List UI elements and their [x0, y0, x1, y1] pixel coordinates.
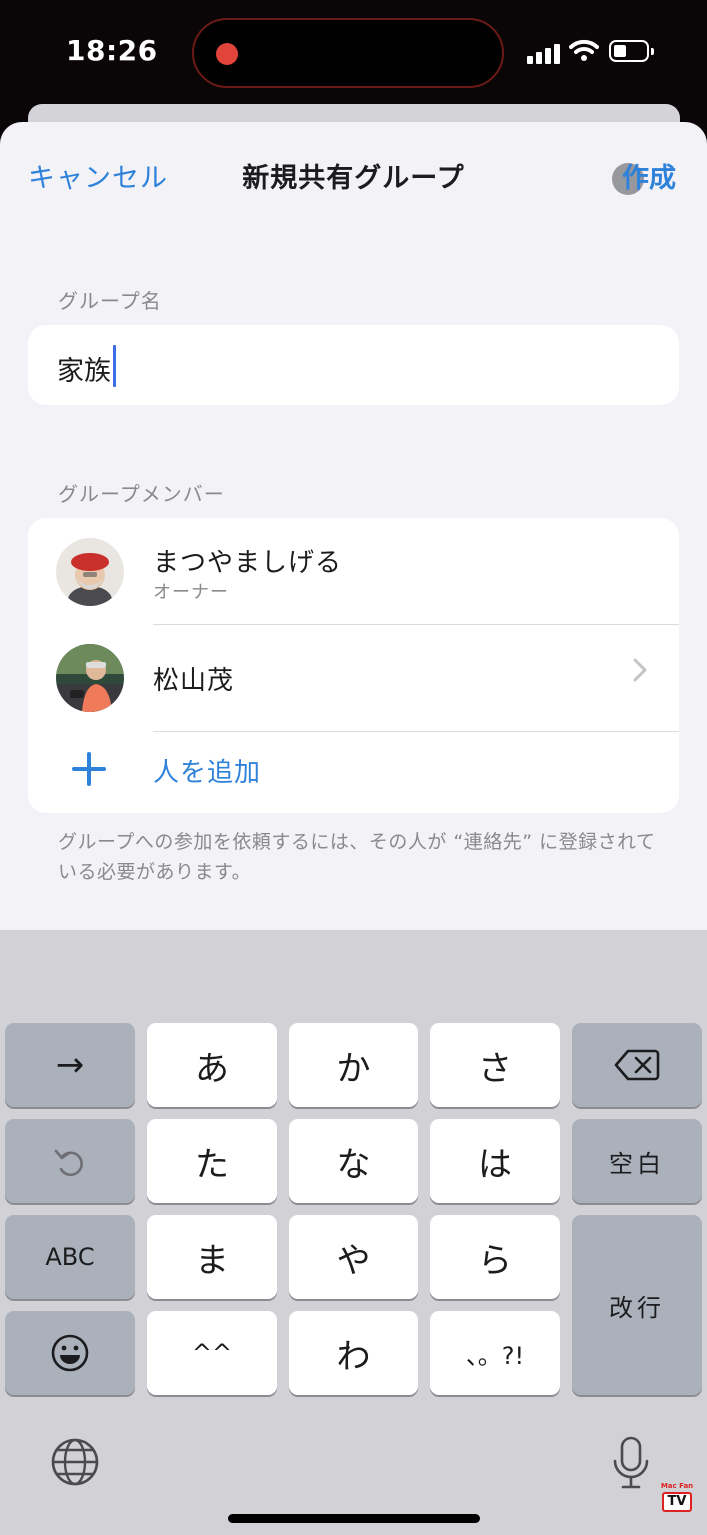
- group-name-value[interactable]: 家族: [57, 349, 111, 388]
- divider: [153, 731, 679, 732]
- member-row-owner: まつやましげる オーナー: [28, 518, 679, 625]
- undo-icon: [54, 1149, 83, 1177]
- key-ma[interactable]: ま: [147, 1215, 277, 1299]
- space-key-label: 空白: [609, 1149, 665, 1178]
- avatar: [56, 538, 124, 606]
- add-person-button[interactable]: 人を追加: [153, 752, 261, 789]
- emoji-key[interactable]: [5, 1311, 135, 1395]
- group-members-label: グループメンバー: [58, 482, 225, 506]
- status-time: 18:26: [66, 34, 158, 67]
- key-wa[interactable]: わ: [289, 1311, 418, 1395]
- emoji-icon: [51, 1334, 89, 1372]
- mac-fan-tv-logo: Mac Fan TV: [659, 1482, 695, 1526]
- key-ra[interactable]: ら: [430, 1215, 560, 1299]
- key-punctuation[interactable]: 、。?!: [430, 1311, 560, 1395]
- key-na[interactable]: な: [289, 1119, 418, 1203]
- chevron-right-icon: [632, 657, 648, 690]
- plus-icon[interactable]: [72, 752, 106, 786]
- group-name-label: グループ名: [58, 289, 162, 313]
- battery-icon: [609, 40, 654, 62]
- backspace-key[interactable]: [572, 1023, 702, 1107]
- member-name: まつやましげる: [153, 548, 343, 578]
- member-role: オーナー: [153, 582, 229, 603]
- key-ha[interactable]: は: [430, 1119, 560, 1203]
- cellular-signal-icon: [527, 44, 561, 64]
- key-sa[interactable]: さ: [430, 1023, 560, 1107]
- return-key-label: 改行: [609, 1293, 665, 1322]
- text-cursor: [113, 345, 116, 387]
- avatar: [56, 644, 124, 712]
- globe-icon[interactable]: [50, 1437, 100, 1487]
- microphone-icon[interactable]: [612, 1435, 650, 1491]
- wifi-icon: [569, 39, 599, 61]
- recording-indicator-icon: [216, 43, 238, 65]
- dynamic-island: [192, 18, 504, 88]
- abc-key-label: ABC: [45, 1243, 95, 1271]
- member-row[interactable]: 松山茂: [28, 625, 679, 732]
- return-key[interactable]: 改行: [572, 1215, 702, 1395]
- punctuation-key-label: 、。?!: [465, 1341, 525, 1370]
- key-a[interactable]: あ: [147, 1023, 277, 1107]
- member-name: 松山茂: [153, 666, 235, 696]
- kaomoji-key-label: ^^: [191, 1339, 233, 1367]
- key-ta[interactable]: た: [147, 1119, 277, 1203]
- group-members-list: まつやましげる オーナー 松山茂 人を追加: [28, 518, 679, 813]
- key-ka[interactable]: か: [289, 1023, 418, 1107]
- japanese-keyboard: → あ か さ た な は 空白 ABC ま や ら 改行 ^^ わ 、。?!: [0, 930, 707, 1535]
- status-bar: 18:26: [0, 0, 707, 105]
- cancel-button[interactable]: キャンセル: [28, 156, 168, 195]
- contacts-footnote: グループへの参加を依頼するには、その人が “連絡先” に登録されている必要があり…: [58, 831, 656, 883]
- group-name-field[interactable]: 家族: [28, 325, 679, 405]
- create-button[interactable]: 作成: [622, 156, 676, 195]
- key-ya[interactable]: や: [289, 1215, 418, 1299]
- key-kaomoji[interactable]: ^^: [147, 1311, 277, 1395]
- backspace-icon: [614, 1049, 660, 1081]
- space-key[interactable]: 空白: [572, 1119, 702, 1203]
- abc-key[interactable]: ABC: [5, 1215, 135, 1299]
- key-arrow-right[interactable]: →: [5, 1023, 135, 1107]
- undo-key[interactable]: [5, 1119, 135, 1203]
- home-indicator: [228, 1514, 480, 1523]
